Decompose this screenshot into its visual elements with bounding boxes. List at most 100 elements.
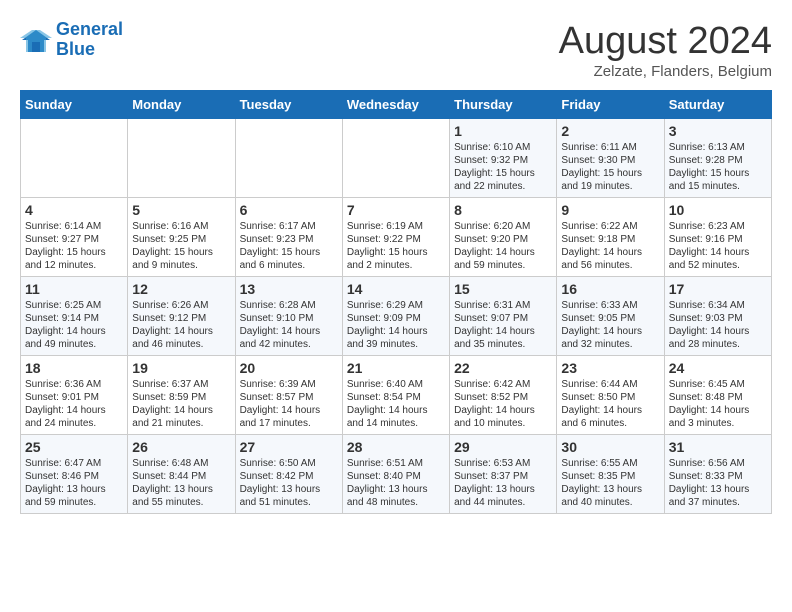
day-info-line: Sunset: 8:40 PM: [347, 470, 445, 483]
day-info-line: Sunrise: 6:45 AM: [669, 378, 767, 391]
day-info-line: Sunrise: 6:23 AM: [669, 220, 767, 233]
day-info-line: Sunset: 9:27 PM: [25, 233, 123, 246]
location-subtitle: Zelzate, Flanders, Belgium: [559, 63, 772, 80]
weekday-header: Sunday: [21, 91, 128, 119]
calendar-cell: 3Sunrise: 6:13 AMSunset: 9:28 PMDaylight…: [664, 119, 771, 198]
calendar-table: SundayMondayTuesdayWednesdayThursdayFrid…: [20, 90, 772, 514]
day-info-line: Sunset: 8:54 PM: [347, 391, 445, 404]
day-info-line: Sunrise: 6:10 AM: [454, 141, 552, 154]
day-info-line: Daylight: 14 hours and 21 minutes.: [132, 404, 230, 430]
day-number: 13: [240, 281, 338, 297]
day-info-line: Sunset: 9:09 PM: [347, 312, 445, 325]
day-number: 20: [240, 360, 338, 376]
day-number: 31: [669, 439, 767, 455]
day-info-line: Sunrise: 6:50 AM: [240, 457, 338, 470]
day-info-line: Sunrise: 6:53 AM: [454, 457, 552, 470]
weekday-header-row: SundayMondayTuesdayWednesdayThursdayFrid…: [21, 91, 772, 119]
calendar-cell: 29Sunrise: 6:53 AMSunset: 8:37 PMDayligh…: [450, 435, 557, 514]
day-number: 18: [25, 360, 123, 376]
day-number: 14: [347, 281, 445, 297]
day-info-line: Sunset: 9:22 PM: [347, 233, 445, 246]
day-info-line: Sunrise: 6:22 AM: [561, 220, 659, 233]
logo: General Blue: [20, 20, 123, 60]
calendar-cell: 25Sunrise: 6:47 AMSunset: 8:46 PMDayligh…: [21, 435, 128, 514]
day-info-line: Daylight: 13 hours and 40 minutes.: [561, 483, 659, 509]
day-number: 30: [561, 439, 659, 455]
day-info-line: Sunset: 9:18 PM: [561, 233, 659, 246]
day-info-line: Sunset: 9:01 PM: [25, 391, 123, 404]
day-info-line: Daylight: 13 hours and 44 minutes.: [454, 483, 552, 509]
day-number: 21: [347, 360, 445, 376]
day-info-line: Daylight: 13 hours and 55 minutes.: [132, 483, 230, 509]
day-info-line: Daylight: 15 hours and 22 minutes.: [454, 167, 552, 193]
calendar-cell: 18Sunrise: 6:36 AMSunset: 9:01 PMDayligh…: [21, 356, 128, 435]
day-info-line: Daylight: 13 hours and 48 minutes.: [347, 483, 445, 509]
day-info-line: Sunrise: 6:47 AM: [25, 457, 123, 470]
day-info-line: Sunrise: 6:56 AM: [669, 457, 767, 470]
calendar-week-row: 4Sunrise: 6:14 AMSunset: 9:27 PMDaylight…: [21, 198, 772, 277]
day-number: 3: [669, 123, 767, 139]
day-info-line: Sunrise: 6:26 AM: [132, 299, 230, 312]
day-info-line: Sunrise: 6:16 AM: [132, 220, 230, 233]
calendar-cell: 22Sunrise: 6:42 AMSunset: 8:52 PMDayligh…: [450, 356, 557, 435]
day-info-line: Daylight: 14 hours and 59 minutes.: [454, 246, 552, 272]
calendar-cell: 4Sunrise: 6:14 AMSunset: 9:27 PMDaylight…: [21, 198, 128, 277]
day-info-line: Sunset: 8:42 PM: [240, 470, 338, 483]
calendar-week-row: 1Sunrise: 6:10 AMSunset: 9:32 PMDaylight…: [21, 119, 772, 198]
calendar-cell: 7Sunrise: 6:19 AMSunset: 9:22 PMDaylight…: [342, 198, 449, 277]
calendar-week-row: 25Sunrise: 6:47 AMSunset: 8:46 PMDayligh…: [21, 435, 772, 514]
day-number: 26: [132, 439, 230, 455]
calendar-cell: [128, 119, 235, 198]
day-info-line: Sunrise: 6:20 AM: [454, 220, 552, 233]
calendar-cell: 15Sunrise: 6:31 AMSunset: 9:07 PMDayligh…: [450, 277, 557, 356]
day-info-line: Daylight: 15 hours and 2 minutes.: [347, 246, 445, 272]
day-number: 8: [454, 202, 552, 218]
day-info-line: Sunset: 9:12 PM: [132, 312, 230, 325]
day-info-line: Sunrise: 6:28 AM: [240, 299, 338, 312]
day-info-line: Daylight: 14 hours and 32 minutes.: [561, 325, 659, 351]
day-info-line: Sunset: 9:05 PM: [561, 312, 659, 325]
logo-icon: [20, 26, 52, 54]
day-info-line: Sunrise: 6:19 AM: [347, 220, 445, 233]
calendar-cell: 8 Sunrise: 6:20 AMSunset: 9:20 PMDaylight…: [450, 198, 557, 277]
calendar-cell: 1Sunrise: 6:10 AMSunset: 9:32 PMDaylight…: [450, 119, 557, 198]
day-info-line: Daylight: 14 hours and 49 minutes.: [25, 325, 123, 351]
day-info-line: Daylight: 14 hours and 56 minutes.: [561, 246, 659, 272]
day-info-line: Sunset: 9:30 PM: [561, 154, 659, 167]
day-number: 16: [561, 281, 659, 297]
calendar-cell: 5Sunrise: 6:16 AMSunset: 9:25 PMDaylight…: [128, 198, 235, 277]
day-info-line: Sunrise: 6:13 AM: [669, 141, 767, 154]
day-info-line: Daylight: 14 hours and 14 minutes.: [347, 404, 445, 430]
day-number: 19: [132, 360, 230, 376]
day-info-line: Daylight: 14 hours and 35 minutes.: [454, 325, 552, 351]
calendar-cell: 13Sunrise: 6:28 AMSunset: 9:10 PMDayligh…: [235, 277, 342, 356]
day-number: 22: [454, 360, 552, 376]
calendar-cell: [342, 119, 449, 198]
calendar-cell: 31Sunrise: 6:56 AMSunset: 8:33 PMDayligh…: [664, 435, 771, 514]
day-info-line: Daylight: 14 hours and 6 minutes.: [561, 404, 659, 430]
day-info-line: Sunrise: 6:31 AM: [454, 299, 552, 312]
month-year-title: August 2024: [559, 20, 772, 63]
day-info-line: Sunset: 8:59 PM: [132, 391, 230, 404]
day-info-line: Sunrise: 6:36 AM: [25, 378, 123, 391]
day-info-line: Sunrise: 6:40 AM: [347, 378, 445, 391]
calendar-cell: 6Sunrise: 6:17 AMSunset: 9:23 PMDaylight…: [235, 198, 342, 277]
day-number: 5: [132, 202, 230, 218]
calendar-cell: 2Sunrise: 6:11 AMSunset: 9:30 PMDaylight…: [557, 119, 664, 198]
day-info-line: Daylight: 14 hours and 52 minutes.: [669, 246, 767, 272]
calendar-cell: 21 Sunrise: 6:40 AMSunset: 8:54 PMDayligh…: [342, 356, 449, 435]
weekday-header: Monday: [128, 91, 235, 119]
day-info-line: Sunset: 9:20 PM: [454, 233, 552, 246]
day-number: 25: [25, 439, 123, 455]
day-number: 1: [454, 123, 552, 139]
day-info-line: Sunrise: 6:14 AM: [25, 220, 123, 233]
calendar-cell: 20Sunrise: 6:39 AMSunset: 8:57 PMDayligh…: [235, 356, 342, 435]
day-number: 17: [669, 281, 767, 297]
day-info-line: Sunrise: 6:37 AM: [132, 378, 230, 391]
day-info-line: Sunrise: 6:51 AM: [347, 457, 445, 470]
day-info-line: Daylight: 14 hours and 3 minutes.: [669, 404, 767, 430]
calendar-cell: 16Sunrise: 6:33 AMSunset: 9:05 PMDayligh…: [557, 277, 664, 356]
day-info-line: Daylight: 14 hours and 17 minutes.: [240, 404, 338, 430]
weekday-header: Wednesday: [342, 91, 449, 119]
calendar-cell: 11Sunrise: 6:25 AMSunset: 9:14 PMDayligh…: [21, 277, 128, 356]
